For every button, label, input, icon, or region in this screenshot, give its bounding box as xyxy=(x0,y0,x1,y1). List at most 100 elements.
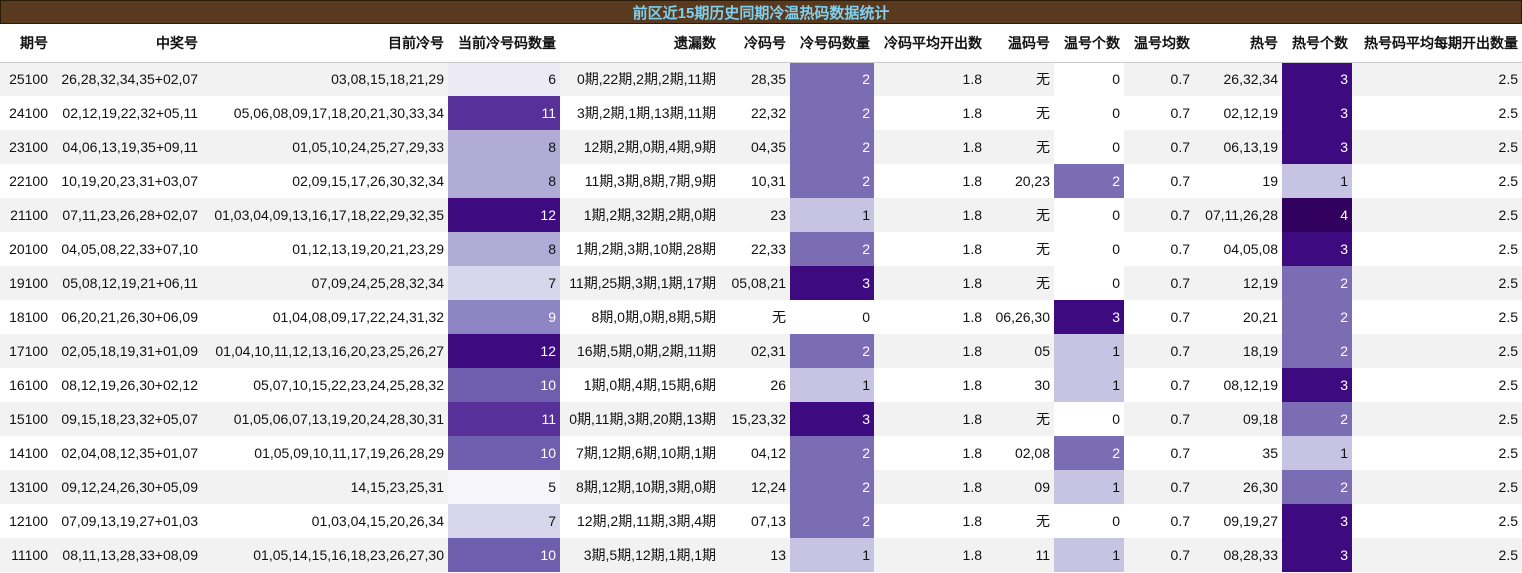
cell-warm-count: 2 xyxy=(1054,164,1124,198)
cell-current-cold-count: 7 xyxy=(448,266,560,300)
cell-miss-count: 11期,25期,3期,1期,17期 xyxy=(560,266,720,300)
cell-warm-count: 0 xyxy=(1054,130,1124,164)
cell-warm-count: 2 xyxy=(1054,436,1124,470)
cell-cold-code: 04,35 xyxy=(720,130,790,164)
cell-warm-code: 无 xyxy=(986,266,1054,300)
cell-issue: 23100 xyxy=(0,130,52,164)
cell-winning-numbers: 04,06,13,19,35+09,11 xyxy=(52,130,202,164)
cell-cold-code-count: 0 xyxy=(790,300,874,334)
cell-hot-count: 3 xyxy=(1282,62,1352,96)
cell-warm-count: 0 xyxy=(1054,96,1124,130)
cell-warm-code: 无 xyxy=(986,504,1054,538)
cell-current-cold-numbers: 01,03,04,15,20,26,34 xyxy=(202,504,448,538)
cell-cold-code: 22,32 xyxy=(720,96,790,130)
cell-warm-avg: 0.7 xyxy=(1124,198,1194,232)
header-hot-count: 热号个数 xyxy=(1282,24,1352,63)
cell-hot-code: 02,12,19 xyxy=(1194,96,1282,130)
cell-hot-count: 2 xyxy=(1282,334,1352,368)
table-row: 20100 04,05,08,22,33+07,10 01,12,13,19,20,… xyxy=(0,232,1522,266)
cell-hot-count: 2 xyxy=(1282,402,1352,436)
cell-current-cold-count: 8 xyxy=(448,164,560,198)
cell-warm-avg: 0.7 xyxy=(1124,436,1194,470)
cell-current-cold-count: 9 xyxy=(448,300,560,334)
table-row: 14100 02,04,08,12,35+01,07 01,05,09,10,11,… xyxy=(0,436,1522,470)
table-row: 22100 10,19,20,23,31+03,07 02,09,15,17,26,… xyxy=(0,164,1522,198)
cell-current-cold-count: 8 xyxy=(448,130,560,164)
cell-issue: 21100 xyxy=(0,198,52,232)
header-issue: 期号 xyxy=(0,24,52,63)
cell-cold-avg: 1.8 xyxy=(874,232,986,266)
cell-miss-count: 0期,22期,2期,2期,11期 xyxy=(560,62,720,96)
cell-winning-numbers: 09,12,24,26,30+05,09 xyxy=(52,470,202,504)
cell-issue: 22100 xyxy=(0,164,52,198)
cell-winning-numbers: 02,12,19,22,32+05,11 xyxy=(52,96,202,130)
cell-cold-code-count: 2 xyxy=(790,62,874,96)
cell-warm-avg: 0.7 xyxy=(1124,130,1194,164)
cell-cold-code: 10,31 xyxy=(720,164,790,198)
cell-hot-avg: 2.5 xyxy=(1352,266,1522,300)
cell-cold-avg: 1.8 xyxy=(874,436,986,470)
cell-warm-avg: 0.7 xyxy=(1124,368,1194,402)
cell-warm-code: 无 xyxy=(986,96,1054,130)
cell-hot-count: 4 xyxy=(1282,198,1352,232)
cell-winning-numbers: 05,08,12,19,21+06,11 xyxy=(52,266,202,300)
cell-warm-code: 无 xyxy=(986,402,1054,436)
cell-warm-code: 06,26,30 xyxy=(986,300,1054,334)
cell-hot-code: 18,19 xyxy=(1194,334,1282,368)
cell-miss-count: 8期,12期,10期,3期,0期 xyxy=(560,470,720,504)
cell-current-cold-numbers: 01,05,14,15,16,18,23,26,27,30 xyxy=(202,538,448,572)
cell-cold-code: 04,12 xyxy=(720,436,790,470)
cell-current-cold-numbers: 01,04,08,09,17,22,24,31,32 xyxy=(202,300,448,334)
cell-winning-numbers: 07,09,13,19,27+01,03 xyxy=(52,504,202,538)
cell-winning-numbers: 10,19,20,23,31+03,07 xyxy=(52,164,202,198)
cell-winning-numbers: 02,04,08,12,35+01,07 xyxy=(52,436,202,470)
cell-cold-code-count: 2 xyxy=(790,164,874,198)
cell-current-cold-numbers: 01,05,09,10,11,17,19,26,28,29 xyxy=(202,436,448,470)
cell-warm-avg: 0.7 xyxy=(1124,62,1194,96)
cell-warm-avg: 0.7 xyxy=(1124,538,1194,572)
cell-cold-code: 02,31 xyxy=(720,334,790,368)
cell-cold-avg: 1.8 xyxy=(874,266,986,300)
header-cold-avg: 冷码平均开出数 xyxy=(874,24,986,63)
cell-cold-code: 12,24 xyxy=(720,470,790,504)
cell-warm-avg: 0.7 xyxy=(1124,300,1194,334)
cell-cold-code-count: 2 xyxy=(790,504,874,538)
cell-miss-count: 8期,0期,0期,8期,5期 xyxy=(560,300,720,334)
cell-hot-avg: 2.5 xyxy=(1352,96,1522,130)
cell-hot-count: 3 xyxy=(1282,504,1352,538)
cell-issue: 13100 xyxy=(0,470,52,504)
cell-hot-avg: 2.5 xyxy=(1352,62,1522,96)
cell-miss-count: 1期,0期,4期,15期,6期 xyxy=(560,368,720,402)
cell-warm-code: 20,23 xyxy=(986,164,1054,198)
cell-warm-count: 0 xyxy=(1054,232,1124,266)
cell-miss-count: 12期,2期,11期,3期,4期 xyxy=(560,504,720,538)
header-warm-code: 温码号 xyxy=(986,24,1054,63)
cell-cold-avg: 1.8 xyxy=(874,300,986,334)
cell-warm-count: 1 xyxy=(1054,368,1124,402)
cell-issue: 19100 xyxy=(0,266,52,300)
cell-hot-avg: 2.5 xyxy=(1352,232,1522,266)
header-winning-numbers: 中奖号 xyxy=(52,24,202,63)
cell-current-cold-count: 8 xyxy=(448,232,560,266)
cell-hot-avg: 2.5 xyxy=(1352,368,1522,402)
cell-warm-count: 0 xyxy=(1054,198,1124,232)
header-row: 期号 中奖号 目前冷号 当前冷号码数量 遗漏数 冷码号 冷号码数量 冷码平均开出数 温码号 温号个… xyxy=(0,24,1522,63)
cell-cold-code-count: 1 xyxy=(790,538,874,572)
cell-hot-avg: 2.5 xyxy=(1352,402,1522,436)
cell-current-cold-count: 12 xyxy=(448,198,560,232)
cell-hot-code: 12,19 xyxy=(1194,266,1282,300)
cell-miss-count: 11期,3期,8期,7期,9期 xyxy=(560,164,720,198)
cell-cold-avg: 1.8 xyxy=(874,504,986,538)
cell-hot-count: 1 xyxy=(1282,436,1352,470)
cell-cold-avg: 1.8 xyxy=(874,368,986,402)
cell-warm-avg: 0.7 xyxy=(1124,96,1194,130)
cell-cold-avg: 1.8 xyxy=(874,538,986,572)
cell-cold-avg: 1.8 xyxy=(874,62,986,96)
cell-hot-count: 2 xyxy=(1282,300,1352,334)
table-row: 17100 02,05,18,19,31+01,09 01,04,10,11,12,… xyxy=(0,334,1522,368)
cell-hot-avg: 2.5 xyxy=(1352,334,1522,368)
cell-cold-code: 13 xyxy=(720,538,790,572)
cell-current-cold-numbers: 01,05,06,07,13,19,20,24,28,30,31 xyxy=(202,402,448,436)
cell-hot-avg: 2.5 xyxy=(1352,198,1522,232)
table-row: 24100 02,12,19,22,32+05,11 05,06,08,09,17,… xyxy=(0,96,1522,130)
